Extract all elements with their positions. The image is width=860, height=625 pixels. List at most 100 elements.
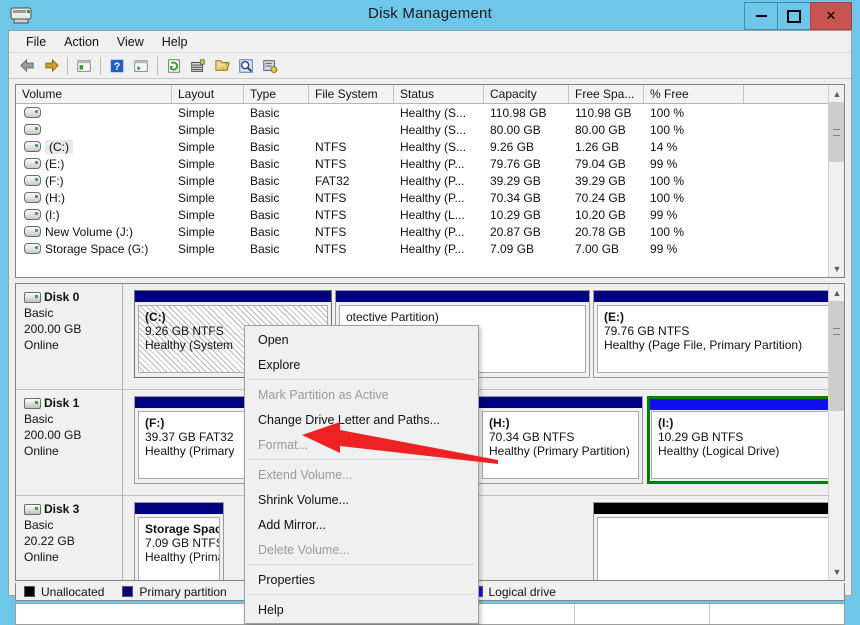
- cell-fs: NTFS: [309, 191, 394, 205]
- cell-capacity: 70.34 GB: [484, 191, 569, 205]
- partition-details: [597, 517, 840, 581]
- cell-status: Healthy (S...: [394, 123, 484, 137]
- column-header-7[interactable]: % Free: [644, 85, 744, 103]
- back-icon[interactable]: [15, 55, 39, 77]
- partition-size_fs: 10.29 GB NTFS: [658, 430, 839, 444]
- column-header-6[interactable]: Free Spa...: [569, 85, 644, 103]
- volume-row[interactable]: SimpleBasicHealthy (S...80.00 GB80.00 GB…: [16, 121, 844, 138]
- partition-type-bar: [336, 291, 589, 302]
- disk-name: Disk 0: [44, 290, 79, 304]
- drive-icon: [24, 192, 41, 203]
- cell-volume: (H:): [16, 191, 172, 205]
- column-header-2[interactable]: Type: [244, 85, 309, 103]
- context-menu-item-explore[interactable]: Explore: [245, 352, 478, 377]
- volume-row[interactable]: Storage Space (G:)SimpleBasicNTFSHealthy…: [16, 240, 844, 257]
- scroll-down-arrow[interactable]: ▼: [829, 260, 845, 277]
- cell-free: 110.98 GB: [569, 106, 644, 120]
- context-menu-item-delete-volume: Delete Volume...: [245, 537, 478, 562]
- properties-icon[interactable]: [234, 55, 258, 77]
- column-header-4[interactable]: Status: [394, 85, 484, 103]
- partition-block[interactable]: Storage Space7.09 GB NTFSHealthy (Primar…: [134, 502, 224, 581]
- open-icon[interactable]: [210, 55, 234, 77]
- cell-capacity: 80.00 GB: [484, 123, 569, 137]
- partition-block[interactable]: (E:)79.76 GB NTFSHealthy (Page File, Pri…: [593, 290, 844, 378]
- volume-row[interactable]: (C:)SimpleBasicNTFSHealthy (S...9.26 GB1…: [16, 138, 844, 155]
- cell-volume: New Volume (J:): [16, 225, 172, 239]
- show-hide-console-tree-icon[interactable]: [129, 55, 153, 77]
- volume-row[interactable]: (I:)SimpleBasicNTFSHealthy (L...10.29 GB…: [16, 206, 844, 223]
- cell-volume: Storage Space (G:): [16, 242, 172, 256]
- svg-text:?: ?: [114, 61, 121, 73]
- manage-icon[interactable]: [258, 55, 282, 77]
- partition-block[interactable]: (I:)10.29 GB NTFSHealthy (Logical Drive): [647, 396, 844, 484]
- maximize-button[interactable]: [777, 2, 811, 30]
- refresh-icon[interactable]: [162, 55, 186, 77]
- column-header-1[interactable]: Layout: [172, 85, 244, 103]
- rescan-disks-icon[interactable]: [186, 55, 210, 77]
- disk-info[interactable]: Disk 3Basic20.22 GBOnline: [16, 496, 123, 581]
- partition-context-menu[interactable]: OpenExploreMark Partition as ActiveChang…: [244, 325, 479, 624]
- cell-layout: Simple: [172, 157, 244, 171]
- drive-icon: [24, 226, 41, 237]
- cell-status: Healthy (P...: [394, 174, 484, 188]
- volume-list-scrollbar[interactable]: ▲ ▼: [828, 85, 844, 277]
- column-header-3[interactable]: File System: [309, 85, 394, 103]
- volume-row[interactable]: (H:)SimpleBasicNTFSHealthy (P...70.34 GB…: [16, 189, 844, 206]
- context-menu-item-properties[interactable]: Properties: [245, 567, 478, 592]
- cell-volume: [16, 107, 172, 118]
- menu-bar: FileActionViewHelp: [9, 31, 851, 53]
- cell-pct: 100 %: [644, 123, 744, 137]
- volume-row[interactable]: (F:)SimpleBasicFAT32Healthy (P...39.29 G…: [16, 172, 844, 189]
- disk-name: Disk 3: [44, 502, 79, 516]
- disk-scroll-up-arrow[interactable]: ▲: [829, 284, 845, 301]
- disk-partitions: (C:)9.26 GB NTFSHealthy (Systemotective …: [123, 284, 844, 389]
- column-header-0[interactable]: Volume: [16, 85, 172, 103]
- context-menu-item-add-mirror[interactable]: Add Mirror...: [245, 512, 478, 537]
- disk-pane-scrollbar[interactable]: ▲▼: [828, 284, 844, 580]
- context-menu-item-change-drive-letter-and-paths[interactable]: Change Drive Letter and Paths...: [245, 407, 478, 432]
- context-menu-item-help[interactable]: Help: [245, 597, 478, 622]
- cell-volume: (F:): [16, 174, 172, 188]
- partition-block[interactable]: [593, 502, 844, 581]
- volume-row[interactable]: New Volume (J:)SimpleBasicNTFSHealthy (P…: [16, 223, 844, 240]
- menu-item-action[interactable]: Action: [55, 32, 108, 52]
- cell-layout: Simple: [172, 140, 244, 154]
- title-bar: Disk Management ✕: [0, 0, 860, 30]
- drive-icon: [24, 209, 41, 220]
- disk-info[interactable]: Disk 1Basic200.00 GBOnline: [16, 390, 123, 495]
- volume-row[interactable]: (E:)SimpleBasicNTFSHealthy (P...79.76 GB…: [16, 155, 844, 172]
- partition-status: Healthy (Page File, Primary Partition): [604, 338, 839, 352]
- legend-swatch: [24, 586, 35, 597]
- disk-scroll-thumb[interactable]: [829, 301, 844, 411]
- menu-item-file[interactable]: File: [17, 32, 55, 52]
- cell-type: Basic: [244, 208, 309, 222]
- up-one-level-icon[interactable]: [72, 55, 96, 77]
- cell-type: Basic: [244, 225, 309, 239]
- help-icon[interactable]: ?: [105, 55, 129, 77]
- volume-row[interactable]: SimpleBasicHealthy (S...110.98 GB110.98 …: [16, 104, 844, 121]
- partition-type-bar: [135, 503, 223, 514]
- minimize-button[interactable]: [744, 2, 778, 30]
- forward-icon[interactable]: [39, 55, 63, 77]
- partition-block[interactable]: (H:)70.34 GB NTFSHealthy (Primary Partit…: [478, 396, 643, 484]
- cell-status: Healthy (S...: [394, 106, 484, 120]
- cell-capacity: 9.26 GB: [484, 140, 569, 154]
- volume-label: Storage Space (G:): [45, 242, 148, 256]
- disk-scroll-down-arrow[interactable]: ▼: [829, 563, 845, 580]
- menu-item-help[interactable]: Help: [153, 32, 197, 52]
- context-menu-item-shrink-volume[interactable]: Shrink Volume...: [245, 487, 478, 512]
- toolbar-separator: [157, 57, 158, 75]
- menu-item-view[interactable]: View: [108, 32, 153, 52]
- context-menu-item-open[interactable]: Open: [245, 327, 478, 352]
- cell-fs: NTFS: [309, 208, 394, 222]
- cell-type: Basic: [244, 123, 309, 137]
- column-header-5[interactable]: Capacity: [484, 85, 569, 103]
- scroll-thumb[interactable]: [829, 102, 844, 162]
- context-menu-separator: [248, 459, 475, 460]
- scroll-up-arrow[interactable]: ▲: [829, 85, 845, 102]
- legend-label: Primary partition: [139, 585, 226, 599]
- cell-capacity: 110.98 GB: [484, 106, 569, 120]
- close-button[interactable]: ✕: [810, 2, 852, 30]
- disk-info[interactable]: Disk 0Basic200.00 GBOnline: [16, 284, 123, 389]
- partition-size_fs: 79.76 GB NTFS: [604, 324, 839, 338]
